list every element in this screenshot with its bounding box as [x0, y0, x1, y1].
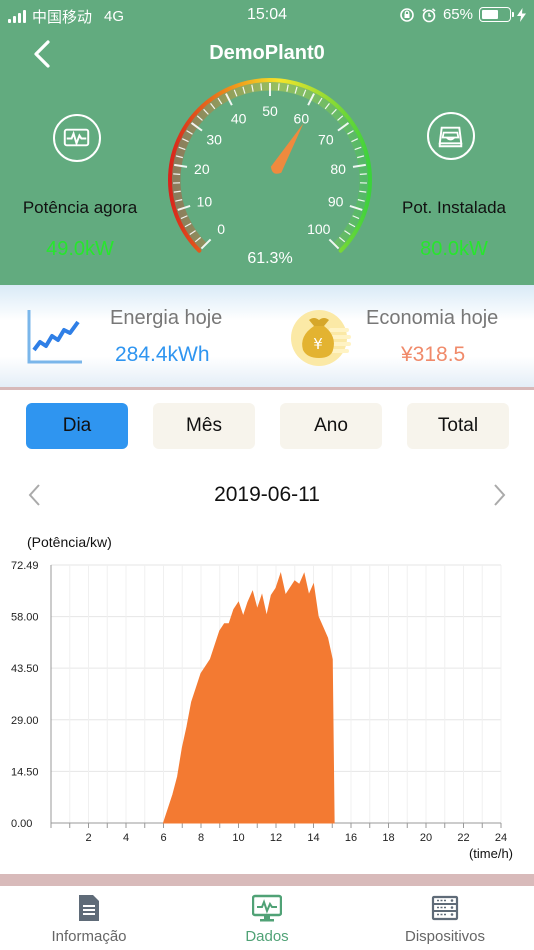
alarm-icon: [422, 7, 436, 22]
nav-information-label: Informação: [51, 928, 127, 945]
installed-power-value: 80.0kW: [420, 238, 488, 260]
tab-day[interactable]: Dia: [26, 403, 128, 449]
x-tick-label: 8: [198, 832, 204, 844]
gauge-tick-label: 100: [307, 221, 331, 237]
tab-month[interactable]: Mês: [153, 403, 255, 449]
line-chart-icon: [27, 310, 82, 364]
energy-today-value: 284.4kWh: [115, 343, 210, 366]
status-bar: 中国移动 4G 15:04 65%: [0, 0, 534, 30]
gauge-tick-label: 50: [262, 103, 278, 119]
y-axis-label: (Potência/kw): [27, 534, 112, 550]
pulse-icon: [53, 114, 101, 162]
x-tick-label: 16: [345, 832, 357, 844]
x-tick-label: 14: [307, 832, 319, 844]
energy-today-label: Energia hoje: [110, 307, 223, 329]
gauge-tick-label: 40: [231, 111, 247, 127]
nav-devices[interactable]: Dispositivos: [356, 886, 534, 950]
monitor-chart-icon: [252, 894, 282, 922]
gauge-needle: [270, 123, 304, 174]
savings-today-value: ¥318.5: [401, 343, 466, 366]
battery-percent: 65%: [442, 6, 473, 23]
x-axis-label: (time/h): [469, 846, 513, 861]
gauge-tick-label: 70: [318, 131, 334, 147]
gauge-tick-label: 0: [217, 221, 225, 237]
y-tick-label: 29.00: [11, 715, 39, 727]
gauge-tick: [277, 83, 280, 91]
gauge-tick-label: 90: [328, 193, 344, 209]
x-tick-label: 24: [495, 832, 507, 844]
rotation-lock-icon: [400, 7, 414, 22]
x-tick-label: 10: [232, 832, 244, 844]
charging-icon: [517, 7, 526, 22]
battery-icon: [479, 7, 514, 22]
gauge-tick-label: 80: [330, 161, 346, 177]
gauge-percent-label: 61.3%: [247, 250, 292, 267]
y-tick-label: 58.00: [11, 612, 39, 624]
gauge-tick-label: 10: [197, 193, 213, 209]
tab-year[interactable]: Ano: [280, 403, 382, 449]
x-tick-label: 12: [270, 832, 282, 844]
tab-total[interactable]: Total: [407, 403, 509, 449]
svg-text:¥: ¥: [313, 335, 323, 353]
savings-today-label: Economia hoje: [366, 307, 499, 329]
current-power-label: Potência agora: [22, 198, 138, 217]
plant-title: DemoPlant0: [209, 42, 325, 64]
y-tick-label: 72.49: [11, 560, 39, 572]
x-tick-label: 4: [123, 832, 129, 844]
power-gauge: 010 20 30 40 50 60 70 80 90 100 61.3%: [168, 78, 372, 267]
nav-information[interactable]: Informação: [0, 886, 178, 950]
installed-power-label: Pot. Instalada: [402, 198, 506, 217]
gauge-tick-label: 20: [194, 161, 210, 177]
y-tick-label: 43.50: [11, 663, 39, 675]
section-divider: [0, 874, 534, 886]
x-tick-label: 18: [382, 832, 394, 844]
x-tick-label: 20: [420, 832, 432, 844]
nav-data[interactable]: Dados: [178, 886, 356, 950]
header-panel: 中国移动 4G 15:04 65% DemoPlant0 Potência ag…: [0, 0, 534, 285]
current-power-value: 49.0kW: [46, 238, 114, 260]
power-area-series: [162, 571, 335, 824]
gauge-tick: [260, 83, 263, 91]
x-tick-label: 2: [85, 832, 91, 844]
y-tick-label: 14.50: [11, 766, 39, 778]
bottom-nav: Informação Dados Dispositivos: [0, 886, 534, 950]
gauge-tick-label: 60: [294, 111, 310, 127]
server-rack-icon: [431, 895, 459, 921]
power-chart: (Potência/kw) 72.49 58.00 43.50 29.00 14.50 0.…: [11, 534, 513, 861]
inbox-tray-icon: [427, 112, 475, 160]
document-icon: [79, 895, 99, 921]
money-bag-icon: ¥: [291, 310, 351, 366]
app-screen: 中国移动 4G 15:04 65% DemoPlant0 Potência ag…: [0, 0, 534, 950]
nav-devices-label: Dispositivos: [404, 928, 486, 945]
x-tick-label: 22: [457, 832, 469, 844]
nav-data-label: Dados: [245, 928, 289, 945]
next-date-button[interactable]: [489, 481, 509, 509]
summary-band: Energia hoje 284.4kWh ¥ Economia hoje ¥3…: [0, 285, 534, 390]
x-tick-label: 6: [160, 832, 166, 844]
selected-date: 2019-06-11: [214, 483, 320, 506]
y-tick-label: 0.00: [11, 818, 32, 830]
gauge-tick-label: 30: [206, 131, 222, 147]
